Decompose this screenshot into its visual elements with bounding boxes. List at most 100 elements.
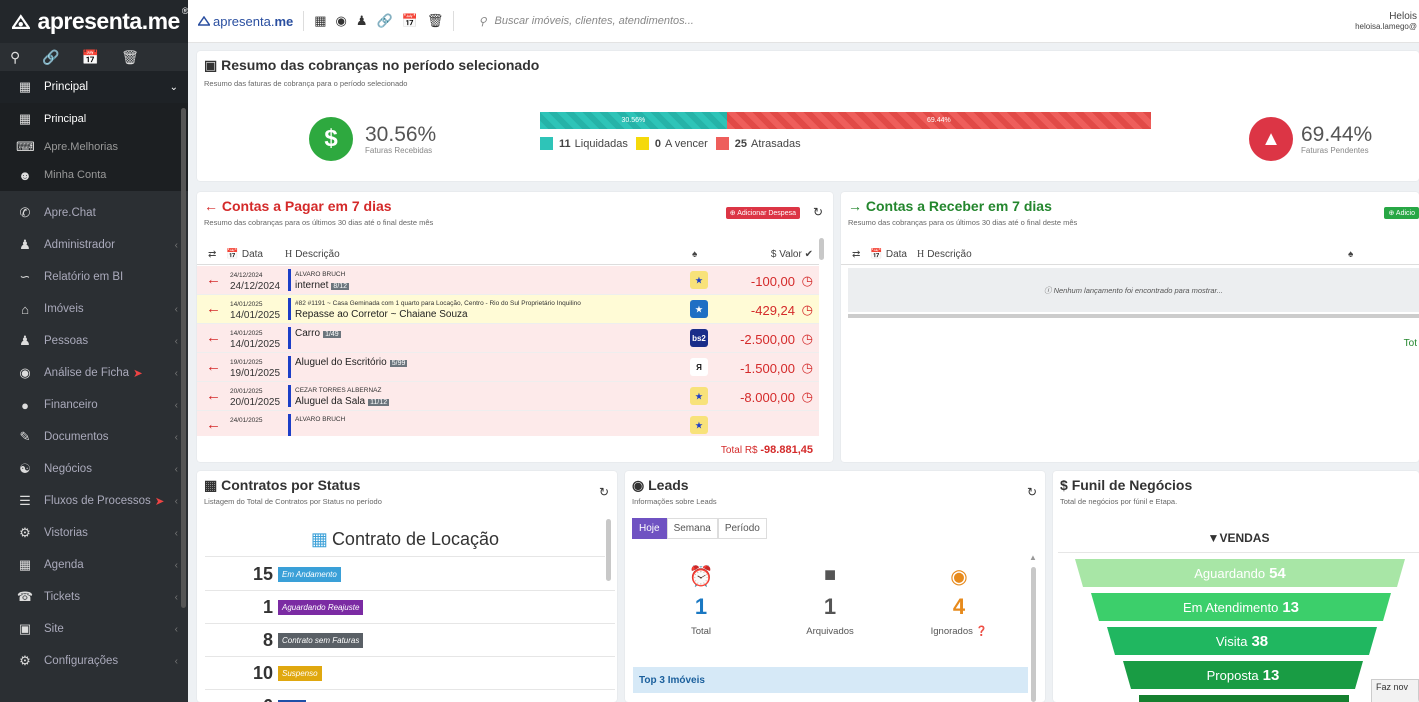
contracts-scrollbar[interactable] — [606, 519, 611, 581]
payables-subtitle: Resumo das cobranças para os últimos 30 … — [204, 218, 434, 227]
help-bubble[interactable]: Faz nov — [1371, 679, 1419, 702]
add-revenue-button[interactable]: ⊕ Adicio — [1384, 207, 1419, 219]
row-dates: 14/01/2025 14/01/2025 — [230, 300, 280, 321]
contract-status-row[interactable]: 1 Aguardando Reajuste — [205, 592, 615, 624]
col-desc[interactable]: Descrição — [295, 249, 339, 260]
summary-subtitle: Resumo das faturas de cobrança para o pe… — [204, 79, 408, 88]
add-expense-button[interactable]: ⊕ Adicionar Despesa — [725, 207, 800, 219]
contract-status-row[interactable]: 8 Contrato sem Faturas — [205, 625, 615, 657]
sidebar-item-pessoas[interactable]: ♟ Pessoas ‹ — [0, 325, 188, 357]
refresh-icon[interactable]: ↻ — [813, 205, 823, 219]
search-input[interactable]: ⚲ Buscar imóveis, clientes, atendimentos.… — [478, 15, 693, 28]
horizontal-scrollbar[interactable] — [848, 314, 1419, 318]
tab-hoje[interactable]: Hoje — [632, 518, 667, 539]
col-date[interactable]: Data — [886, 249, 907, 260]
leads-scrollbar[interactable] — [1031, 567, 1036, 702]
help-icon[interactable]: ❓ — [976, 626, 988, 637]
leads-icon: ◉ — [632, 477, 649, 493]
pending-label: Faturas Pendentes — [1301, 145, 1369, 155]
scroll-up-icon[interactable]: ▲ — [1029, 553, 1037, 562]
sidebar-group-principal[interactable]: ▦ Principal ⌄ — [0, 71, 188, 103]
top-logo[interactable]: apresenta.me — [198, 14, 293, 29]
stage-label: Aguardando — [1194, 565, 1266, 581]
sidebar-item-imoveis[interactable]: ⌂ Imóveis ‹ — [0, 293, 188, 325]
status-badge: Suspenso — [278, 666, 322, 681]
grid-icon: ▦ — [18, 79, 32, 94]
sidebar-item-tickets[interactable]: ☎ Tickets ‹ — [0, 581, 188, 613]
sidebar-item-configuracoes[interactable]: ⚙ Configurações ‹ — [0, 645, 188, 677]
contract-status-row[interactable]: 15 Em Andamento — [205, 559, 615, 591]
link-icon[interactable]: 🔗 — [42, 49, 59, 66]
table-row[interactable]: ← 14/01/2025 14/01/2025 #82 #1191 ~ Casa … — [197, 295, 819, 324]
table-row[interactable]: ← 19/01/2025 19/01/2025 Aluguel do Escrit… — [197, 353, 819, 382]
pending-pct: 69.44% — [1301, 122, 1373, 146]
chat-icon[interactable]: ◉ — [336, 13, 347, 29]
table-row[interactable]: ← 24/01/2025 ALVARO BRUCH ★ — [197, 411, 819, 436]
calendar-icon[interactable]: 📅 — [402, 13, 418, 29]
funnel-stage[interactable]: Aguardando 54 — [1075, 559, 1405, 587]
legend-count: 0 — [654, 137, 661, 150]
col-value[interactable]: $ Valor ✔ — [771, 249, 813, 260]
sidebar-item-site[interactable]: ▣ Site ‹ — [0, 613, 188, 645]
sidebar-item-analise-ficha[interactable]: ◉ Análise de Ficha ➤ ‹ — [0, 357, 188, 389]
dollar-icon: $ — [309, 117, 353, 161]
chevron-left-icon: ‹ — [174, 591, 178, 603]
user-menu[interactable]: Helois heloisa.lamego@ — [1355, 12, 1417, 32]
sidebar-item-documentos[interactable]: ✎ Documentos ‹ — [0, 421, 188, 453]
contract-status-row[interactable]: 10 Suspenso — [205, 658, 615, 690]
sidebar-item-negocios[interactable]: ☯ Negócios ‹ — [0, 453, 188, 485]
calendar-icon[interactable]: 📅 — [82, 49, 99, 66]
funnel-stage[interactable]: Visita 38 — [1107, 627, 1377, 655]
col-desc[interactable]: Descrição — [927, 249, 971, 260]
link-icon[interactable]: 🔗 — [377, 13, 393, 29]
sidebar-item-financeiro[interactable]: ● Financeiro ‹ — [0, 389, 188, 421]
row-title: Aluguel da Sala — [295, 396, 366, 407]
table-row[interactable]: ← 20/01/2025 20/01/2025 CEZAR TORRES ALBE… — [197, 382, 819, 411]
kpi-value: 4 — [952, 594, 966, 619]
row-dates: 14/01/2025 14/01/2025 — [230, 329, 280, 350]
row-value: -1.500,00 — [740, 361, 795, 376]
sidebar-item-fluxos[interactable]: ☰ Fluxos de Processos ➤ ‹ — [0, 485, 188, 517]
sidebar-quick-icons: ⚲ 🔗 📅 🗑 — [0, 43, 188, 71]
users-icon[interactable]: ♟ — [356, 13, 368, 29]
refresh-icon[interactable]: ↻ — [599, 485, 609, 499]
rocket-icon: ➤ — [133, 368, 143, 380]
tab-periodo[interactable]: Período — [717, 518, 767, 539]
sidebar-item-apre-chat[interactable]: ✆ Apre.Chat — [0, 197, 188, 229]
table-row[interactable]: ← 14/01/2025 14/01/2025 Carro 1/49 bs2 -2… — [197, 324, 819, 353]
trash-icon[interactable]: 🗑 — [427, 13, 444, 29]
top-properties-header[interactable]: Top 3 Imóveis — [633, 667, 1028, 693]
funnel-stage[interactable]: Em Atendimento 13 — [1091, 593, 1391, 621]
contract-status-row[interactable]: 6 — [205, 691, 615, 702]
search-icon[interactable]: ⚲ — [10, 49, 20, 66]
sort-icon[interactable]: ⇄ — [208, 249, 216, 260]
sidebar-item-vistorias[interactable]: ⚙ Vistorias ‹ — [0, 517, 188, 549]
grid-icon[interactable]: ▦ — [314, 13, 326, 29]
sidebar-item-agenda[interactable]: ▦ Agenda ‹ — [0, 549, 188, 581]
sidebar-item-label: Apre.Chat — [44, 207, 96, 219]
sidebar-item-minha-conta[interactable]: ☻ Minha Conta — [0, 161, 188, 189]
funnel-stage[interactable] — [1139, 695, 1349, 702]
tab-semana[interactable]: Semana — [666, 518, 718, 539]
table-row[interactable]: ← 24/12/2024 24/12/2024 ALVARO BRUCH inter… — [197, 266, 819, 295]
funnel-stage[interactable]: Proposta 13 — [1123, 661, 1363, 689]
sidebar-item-apre-melhorias[interactable]: ⌨ Apre.Melhorias — [0, 133, 188, 161]
row-marker — [288, 327, 291, 349]
sort-icon[interactable]: ⇄ — [852, 249, 860, 260]
title-bold: Pagar — [284, 198, 324, 214]
payables-scrollbar[interactable] — [819, 238, 824, 260]
refresh-icon[interactable]: ↻ — [1027, 485, 1037, 499]
app-logo[interactable]: apresenta.me ® — [0, 0, 189, 43]
sidebar-scrollbar[interactable] — [181, 108, 186, 608]
chevron-down-icon: ⌄ — [169, 81, 178, 93]
col-date[interactable]: Data — [242, 249, 263, 260]
sidebar-item-administrador[interactable]: ♟ Administrador ‹ — [0, 229, 188, 261]
sidebar-item-relatorio-bi[interactable]: ∽ Relatório em BI — [0, 261, 188, 293]
row-title: Aluguel do Escritório — [295, 357, 387, 368]
row-description: ALVARO BRUCH internet 8/12 — [295, 270, 675, 292]
sidebar-item-principal[interactable]: ▦ Principal — [0, 105, 188, 133]
payables-card: ← Contas a Pagar em 7 dias Resumo das co… — [197, 192, 833, 462]
row-marker — [288, 298, 291, 320]
funnel-subtitle: Total de negócios por fúnil e Etapa. — [1060, 497, 1178, 506]
trash-icon[interactable]: 🗑 — [121, 49, 139, 66]
